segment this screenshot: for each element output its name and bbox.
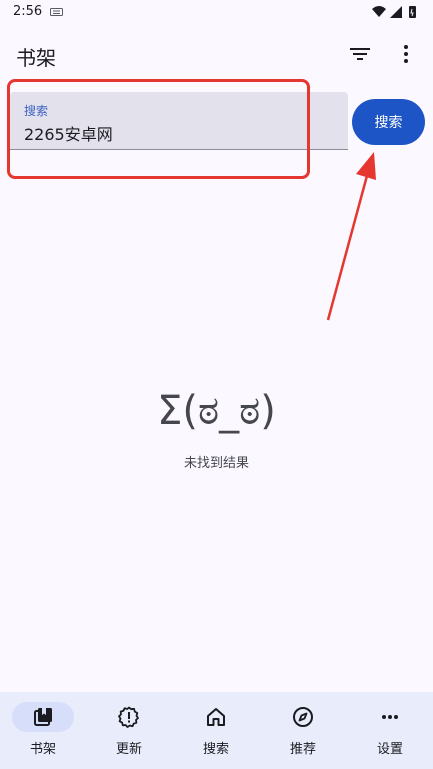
nav-item-search[interactable]: 搜索	[173, 692, 259, 769]
more-vert-icon[interactable]	[392, 40, 420, 68]
nav-item-recommend[interactable]: 推荐	[260, 692, 346, 769]
signal-icon	[390, 6, 402, 18]
nav-item-update[interactable]: 更新	[86, 692, 172, 769]
empty-state-kaomoji: Σ(ಠ_ಠ)	[157, 388, 276, 434]
more-horiz-icon	[382, 715, 398, 719]
app-bar: 书架	[0, 30, 433, 78]
battery-icon	[409, 6, 416, 18]
nav-label-settings: 设置	[376, 742, 403, 757]
bottom-nav: 书架 更新 搜索 推荐 设置	[0, 692, 433, 769]
compass-icon	[293, 707, 313, 727]
nav-item-settings[interactable]: 设置	[347, 692, 433, 769]
home-icon	[207, 708, 225, 726]
system-status-icons	[372, 6, 416, 18]
empty-state-message: 未找到结果	[183, 456, 249, 471]
nav-label-bookshelf: 书架	[29, 742, 56, 757]
nav-label-update: 更新	[115, 742, 142, 757]
page-title: 书架	[16, 46, 56, 70]
nav-label-recommend: 推荐	[289, 742, 316, 757]
keyboard-icon	[50, 8, 63, 16]
status-bar: 2:56	[0, 0, 433, 26]
wifi-icon	[372, 6, 386, 17]
status-time: 2:56	[13, 4, 43, 19]
update-alert-icon	[118, 706, 139, 728]
annotation-highlight-box	[7, 79, 310, 179]
nav-label-search: 搜索	[202, 742, 229, 757]
bookshelf-icon	[34, 708, 52, 726]
search-button[interactable]: 搜索	[352, 99, 425, 145]
filter-icon[interactable]	[346, 40, 374, 68]
nav-item-bookshelf[interactable]: 书架	[0, 692, 86, 769]
annotation-arrow-icon	[326, 152, 376, 321]
